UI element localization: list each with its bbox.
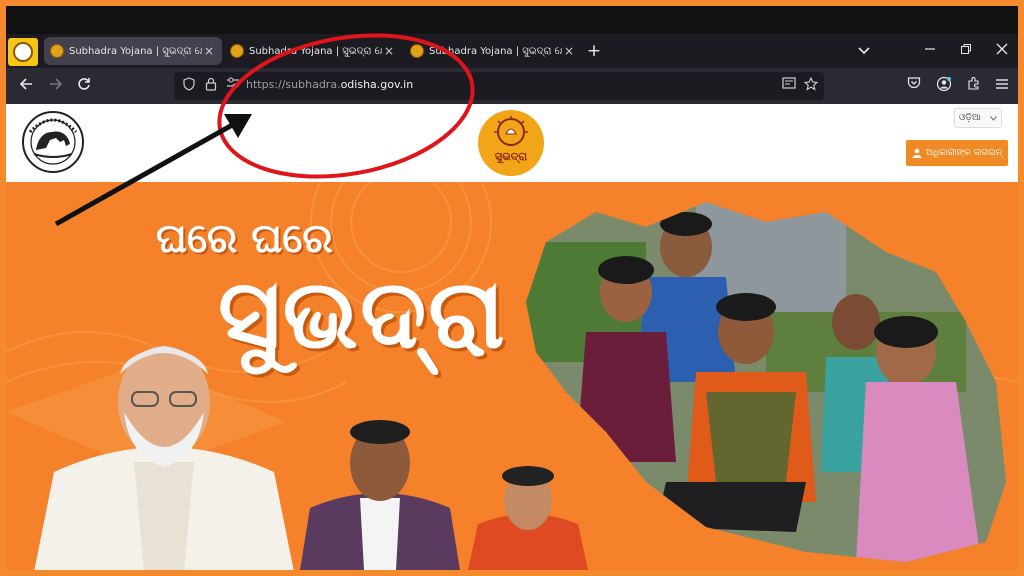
leader-photo <box>34 346 294 570</box>
browser-tab[interactable]: Subhadra Yojana | ସୁଭଦ୍ରା ଯୋଜନା × <box>404 37 582 65</box>
tab-title: Subhadra Yojana | ସୁଭଦ୍ରା ଯୋଜନା <box>69 45 202 57</box>
chevron-down-icon <box>990 115 997 121</box>
navigation-toolbar: https://subhadra.odisha.gov.in <box>6 68 1018 104</box>
account-icon[interactable] <box>934 76 954 96</box>
reader-view-icon[interactable] <box>780 77 798 95</box>
screen-frame: Subhadra Yojana | ସୁଭଦ୍ରା ଯୋଜନା × Subhad… <box>6 6 1018 570</box>
language-select[interactable]: ଓଡ଼ିଆ <box>954 108 1002 128</box>
emblem-icon[interactable] <box>20 108 86 176</box>
subhadra-favicon-icon <box>50 44 64 58</box>
subhadra-logo-icon[interactable]: ସୁଭଦ୍ରା <box>476 108 546 178</box>
pocket-icon[interactable] <box>904 76 924 96</box>
tab-bar: Subhadra Yojana | ସୁଭଦ୍ରା ଯୋଜନା × Subhad… <box>6 34 1018 68</box>
subhadra-favicon-icon <box>230 44 244 58</box>
officer-login-button[interactable]: ଅଧିକାରୀଙ୍କ ଲଗଇନ୍ <box>906 140 1008 166</box>
browser-tab[interactable]: Subhadra Yojana | ସୁଭଦ୍ରା ଯୋଜନା × <box>224 37 402 65</box>
subhadra-favicon-icon <box>410 44 424 58</box>
tab-title: Subhadra Yojana | ସୁଭଦ୍ରା ଯୋଜନା <box>249 45 382 57</box>
url-text[interactable]: https://subhadra.odisha.gov.in <box>246 78 413 91</box>
url-domain: odisha.gov.in <box>340 78 414 91</box>
lock-icon[interactable] <box>202 77 220 95</box>
logo-text: ସୁଭଦ୍ରା <box>495 150 527 165</box>
hero-banner: ଘରେ ଘରେ ସୁଭଦ୍ରା <box>6 182 1018 570</box>
back-arrow-icon[interactable] <box>16 76 36 96</box>
extensions-icon[interactable] <box>964 76 984 96</box>
close-tab-icon[interactable]: × <box>382 44 396 58</box>
browser-tab[interactable]: Subhadra Yojana | ସୁଭଦ୍ରା ଯୋଜନା × <box>44 37 222 65</box>
menu-icon[interactable] <box>992 76 1012 96</box>
url-prefix: https://subhadra. <box>246 78 341 91</box>
leader-photo <box>300 420 460 570</box>
tab-title: Subhadra Yojana | ସୁଭଦ୍ରା ଯୋଜନା <box>429 45 562 57</box>
user-icon <box>912 148 922 158</box>
close-window-icon[interactable] <box>990 40 1014 62</box>
login-label: ଅଧିକାରୀଙ୍କ ଲଗଇନ୍ <box>925 148 1003 158</box>
shield-icon[interactable] <box>180 77 198 95</box>
site-header: ସୁଭଦ୍ରା ଓଡ଼ିଆ ଅଧିକାରୀଙ୍କ ଲଗଇନ୍ <box>6 104 1018 182</box>
restore-icon[interactable] <box>954 40 978 62</box>
forward-arrow-icon[interactable] <box>46 76 66 96</box>
reload-icon[interactable] <box>74 76 94 96</box>
app-favicon-icon <box>8 38 38 66</box>
close-tab-icon[interactable]: × <box>562 44 576 58</box>
close-tab-icon[interactable]: × <box>202 44 216 58</box>
leader-photo <box>468 466 588 570</box>
address-bar[interactable]: https://subhadra.odisha.gov.in <box>174 72 824 100</box>
new-tab-button[interactable]: + <box>584 40 604 62</box>
permissions-icon[interactable] <box>224 77 242 95</box>
language-selected: ଓଡ଼ିଆ <box>959 113 981 123</box>
list-all-tabs-icon[interactable] <box>852 40 876 62</box>
minimize-icon[interactable] <box>918 40 942 62</box>
star-icon[interactable] <box>802 76 820 95</box>
